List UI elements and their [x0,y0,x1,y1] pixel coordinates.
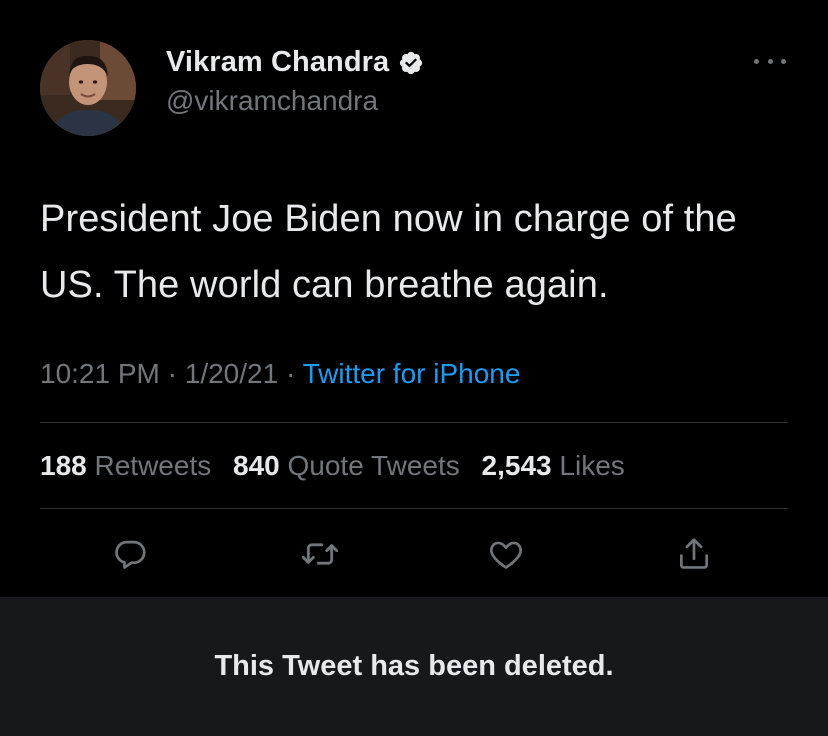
like-button[interactable] [484,532,528,576]
meta-separator: · [167,358,177,389]
tweet-actions [0,532,828,580]
tweet-time[interactable]: 10:21 PM [40,358,160,389]
retweet-icon [301,543,339,565]
quotes-label: Quote Tweets [287,450,460,481]
author-handle[interactable]: @vikramchandra [166,85,378,117]
reply-button[interactable] [108,532,152,576]
deleted-message: This Tweet has been deleted. [214,650,614,682]
tweet-page: Vikram Chandra @vikramchandra President … [0,0,828,736]
reply-icon [115,540,146,569]
divider [40,422,788,423]
tweet-stats: 188 Retweets 840 Quote Tweets 2,543 Like… [40,450,639,482]
retweets-label: Retweets [94,450,212,481]
like-icon [490,541,522,569]
retweets-count: 188 [40,450,87,481]
likes-count: 2,543 [481,450,552,481]
quote-tweets-stat[interactable]: 840 Quote Tweets [233,450,460,481]
likes-label: Likes [559,450,625,481]
quotes-count: 840 [233,450,280,481]
tweet-source[interactable]: Twitter for iPhone [303,358,521,389]
retweet-button[interactable] [298,532,342,576]
divider [40,508,788,509]
deleted-tweet-banner: This Tweet has been deleted. [0,597,828,736]
tweet-text: President Joe Biden now in charge of the… [40,198,737,306]
display-name[interactable]: Vikram Chandra [166,46,424,79]
share-icon [679,538,709,569]
likes-stat[interactable]: 2,543 Likes [482,450,625,481]
author-name[interactable]: Vikram Chandra [166,46,389,79]
avatar[interactable] [40,40,136,136]
retweets-stat[interactable]: 188 Retweets [40,450,211,481]
share-button[interactable] [672,532,716,576]
more-options-icon[interactable] [754,56,786,66]
verified-badge-icon [398,50,424,76]
meta-separator: · [285,358,296,389]
tweet-date[interactable]: 1/20/21 [185,358,278,389]
tweet-meta: 10:21 PM · 1/20/21 · Twitter for iPhone [40,358,520,390]
